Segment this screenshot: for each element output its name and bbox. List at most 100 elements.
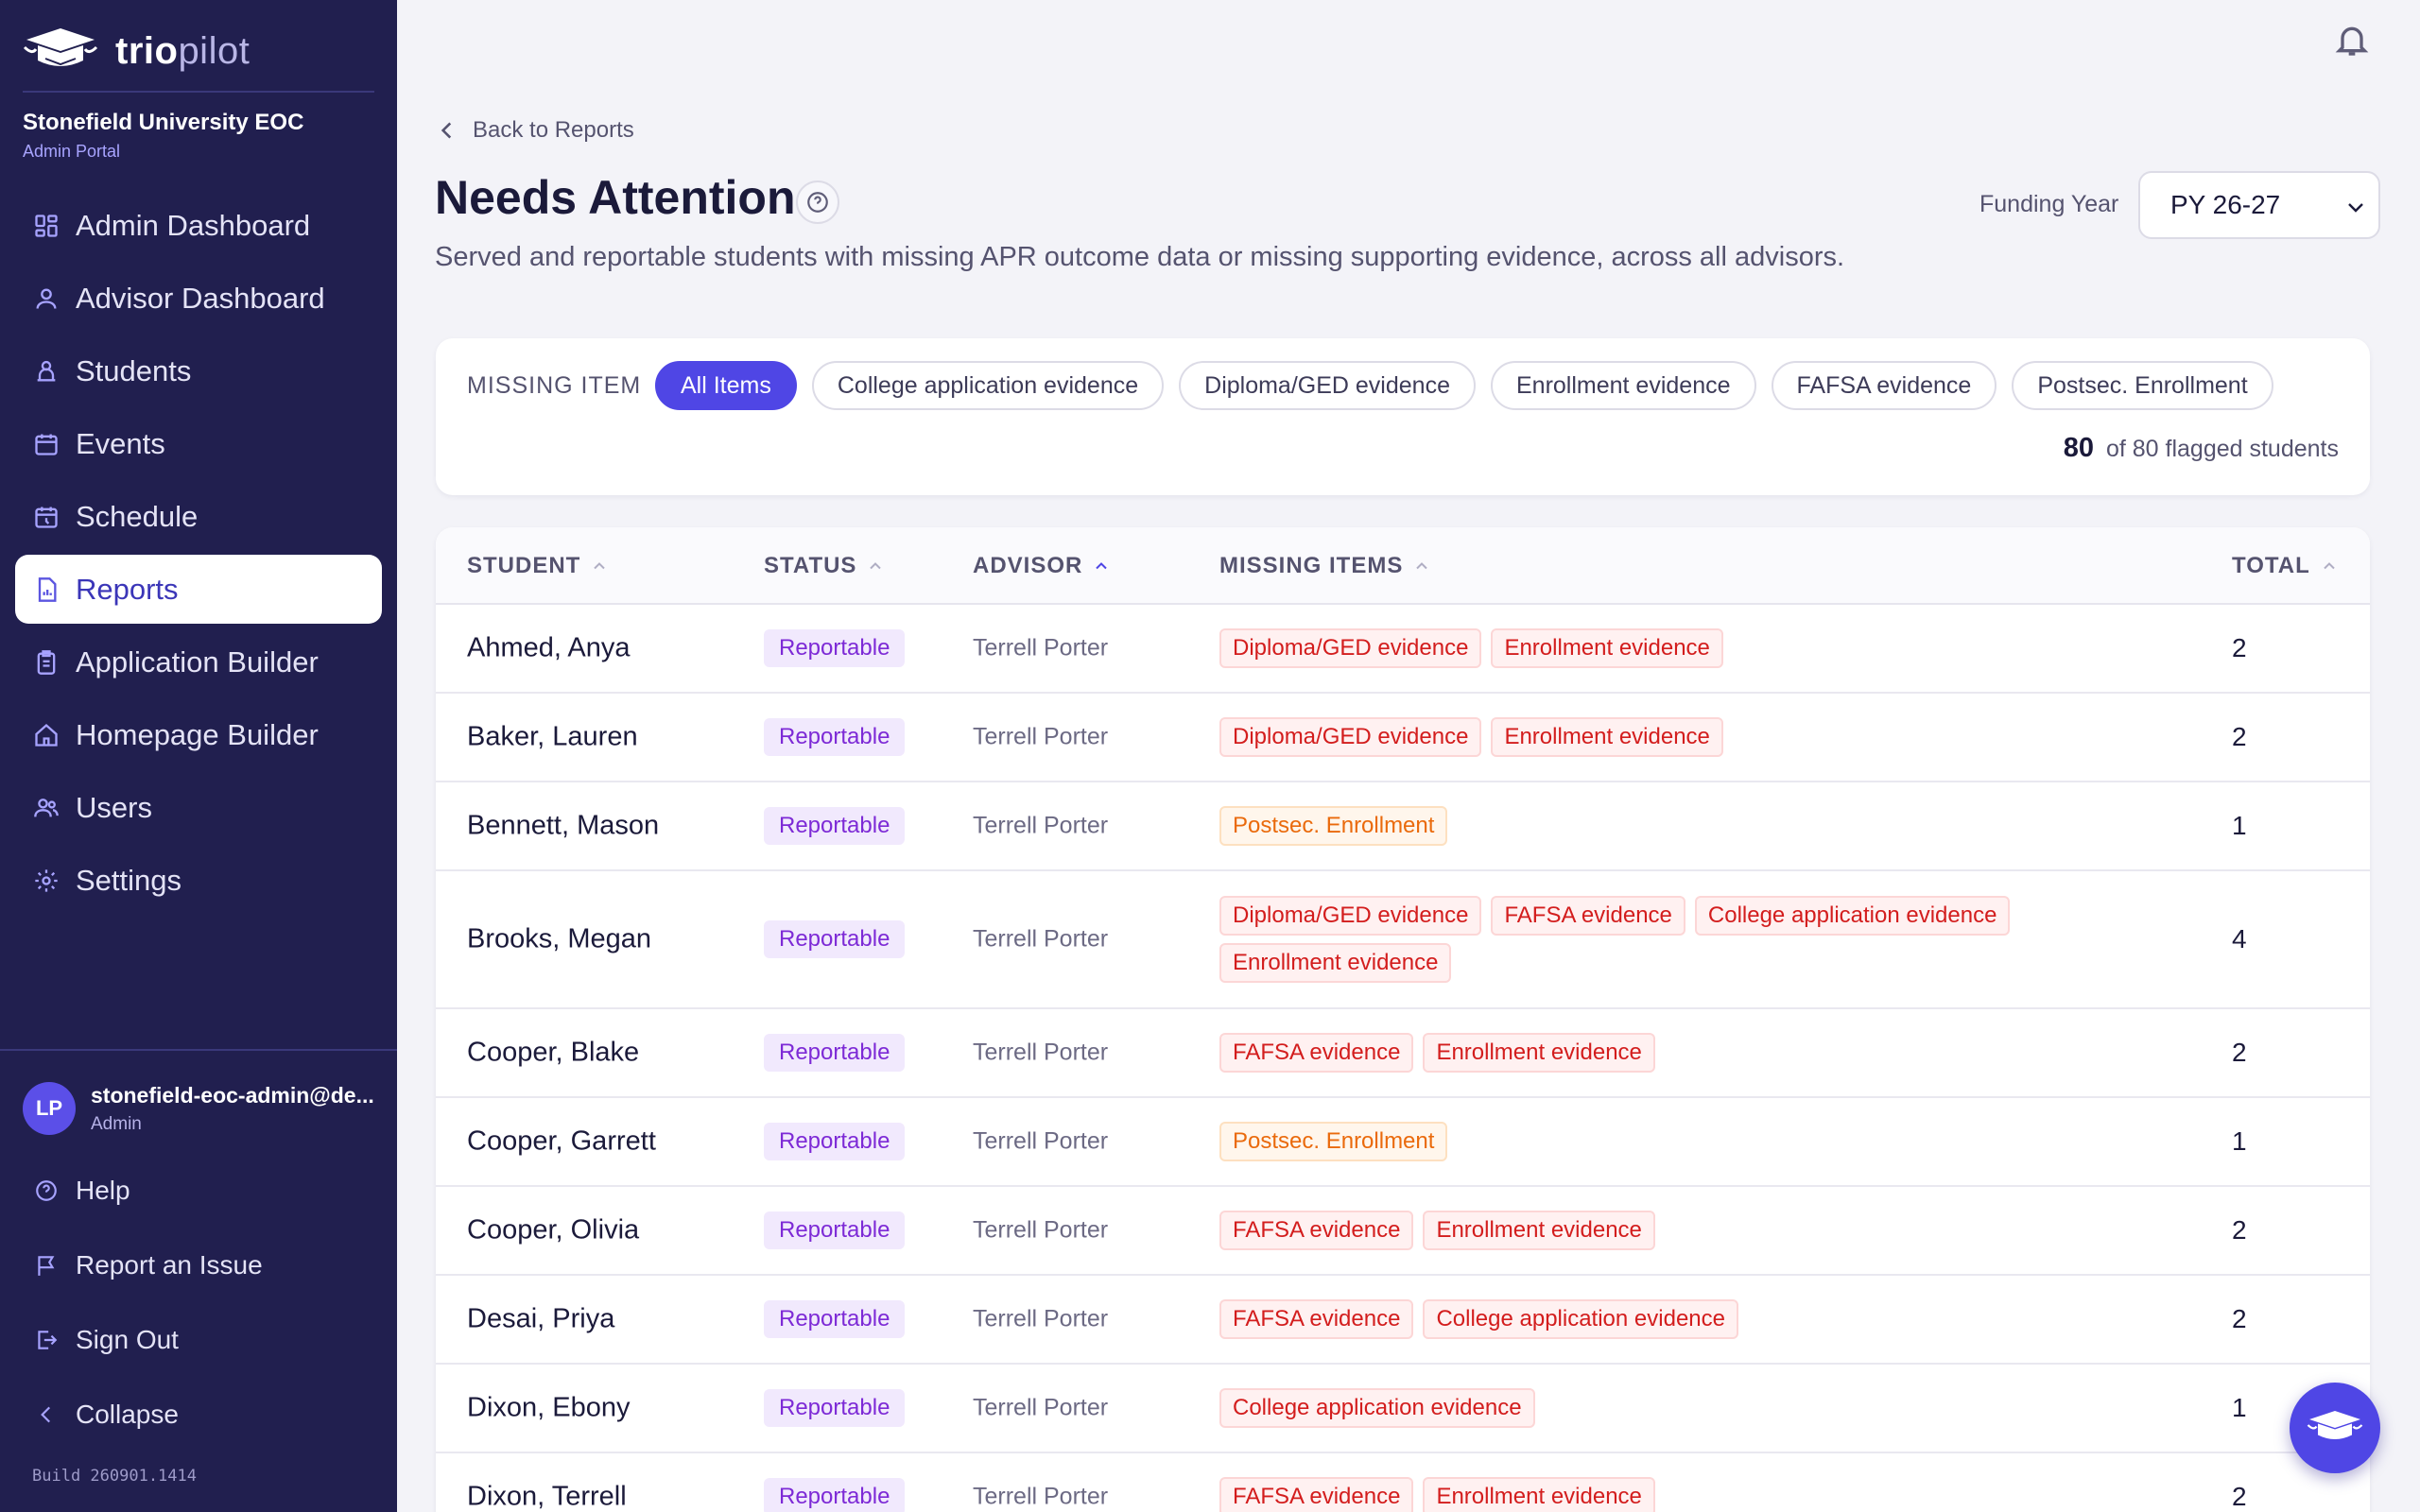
students-icon [32,357,60,386]
student-name[interactable]: Desai, Priya [467,1304,614,1335]
missing-item-tag: Diploma/GED evidence [1219,628,1482,668]
nav-item-schedule[interactable]: Schedule [15,482,382,551]
funding-year-select[interactable]: PY 26-27 [2138,171,2380,239]
missing-item-tag: Enrollment evidence [1491,717,1723,757]
nav-label: Schedule [76,499,199,533]
table-row[interactable]: Ahmed, Anya Reportable Terrell Porter Diplo… [436,605,2370,694]
nav-item-advisor-dashboard[interactable]: Advisor Dashboard [15,264,382,333]
student-name[interactable]: Baker, Lauren [467,722,638,753]
brand-logo-link[interactable]: triopilot [23,25,250,77]
report-icon [32,576,60,604]
filter-chip-all-items[interactable]: All Items [655,361,797,410]
chevron-left-icon [441,122,452,139]
column-header-status[interactable]: STATUS [764,553,885,579]
missing-item-tag: College application evidence [1219,1388,1535,1428]
advisor-name: Terrell Porter [973,1305,1109,1332]
table-row[interactable]: Brooks, Megan Reportable Terrell Porter Dip… [436,871,2370,1009]
filter-chip-college-application[interactable]: College application evidence [811,361,1165,410]
table-header: STUDENT STATUS ADVISOR MISSING ITEMS TOT… [436,527,2370,605]
schedule-icon [32,503,60,531]
student-name[interactable]: Bennett, Mason [467,811,659,842]
sort-icon [594,562,606,570]
sign-out-button[interactable]: Sign Out [15,1302,382,1377]
advisor-name: Terrell Porter [973,1216,1109,1244]
table-body: Ahmed, Anya Reportable Terrell Porter Diplo… [436,605,2370,1512]
table-row[interactable]: Desai, Priya Reportable Terrell Porter FAFS… [436,1276,2370,1365]
help-link[interactable]: Help [15,1153,382,1228]
student-name[interactable]: Cooper, Garrett [467,1126,656,1158]
funding-year-label: Funding Year [1979,191,2119,217]
table-row[interactable]: Cooper, Garrett Reportable Terrell Porter P… [436,1098,2370,1187]
notifications-bell-icon[interactable] [2333,21,2371,59]
advisor-name: Terrell Porter [973,1394,1109,1421]
column-header-advisor[interactable]: ADVISOR [973,553,1111,579]
column-header-student[interactable]: STUDENT [467,553,609,579]
clipboard-icon [32,648,60,677]
nav-item-application-builder[interactable]: Application Builder [15,627,382,696]
total-count: 1 [2232,1126,2247,1156]
user-account[interactable]: LP stonefield-eoc-admin@de... Admin [23,1082,374,1135]
status-cell: Reportable [764,1389,906,1427]
home-icon [32,721,60,749]
total-count: 2 [2232,1304,2247,1333]
filter-label: MISSING ITEM [467,372,642,399]
table-row[interactable]: Dixon, Ebony Reportable Terrell Porter Coll… [436,1365,2370,1453]
funding-year-value: PY 26-27 [2170,190,2281,219]
status-badge: Reportable [764,629,906,667]
flagged-count-text: of 80 flagged students [2105,436,2339,462]
student-name[interactable]: Cooper, Blake [467,1038,639,1069]
filter-chip-diploma-ged[interactable]: Diploma/GED evidence [1179,361,1476,410]
student-name[interactable]: Dixon, Ebony [467,1393,631,1424]
filter-chip-enrollment[interactable]: Enrollment evidence [1490,361,1756,410]
filter-chip-fafsa[interactable]: FAFSA evidence [1771,361,1997,410]
missing-items: FAFSA evidence College application eviden… [1219,1296,2146,1343]
table-row[interactable]: Baker, Lauren Reportable Terrell Porter Dip… [436,694,2370,782]
nav-item-admin-dashboard[interactable]: Admin Dashboard [15,191,382,260]
missing-item-tag: Diploma/GED evidence [1219,896,1482,936]
table-row[interactable]: Bennett, Mason Reportable Terrell Porter Po… [436,782,2370,871]
flagged-count: 80 of 80 flagged students [2064,433,2339,464]
sort-icon [1416,562,1428,570]
column-header-total[interactable]: TOTAL [2232,553,2339,579]
page-subtitle: Served and reportable students with miss… [435,242,1845,272]
student-name[interactable]: Ahmed, Anya [467,633,631,664]
missing-items: Postsec. Enrollment [1219,1118,2146,1165]
missing-item-tag: FAFSA evidence [1219,1299,1414,1339]
flag-icon [32,1251,60,1280]
student-name[interactable]: Dixon, Terrell [467,1482,627,1512]
table-row[interactable]: Cooper, Blake Reportable Terrell Porter FAF… [436,1009,2370,1098]
advisor-name: Terrell Porter [973,1483,1109,1510]
column-label: STATUS [764,553,857,578]
graduation-cap-logo-icon [23,28,98,66]
status-badge: Reportable [764,1034,906,1072]
chevron-left-icon [32,1400,60,1429]
student-name[interactable]: Brooks, Megan [467,924,651,955]
report-issue-link[interactable]: Report an Issue [15,1228,382,1302]
nav-item-reports[interactable]: Reports [15,555,382,624]
sort-icon [2324,562,2335,570]
missing-item-tag: FAFSA evidence [1219,1477,1414,1512]
nav-item-events[interactable]: Events [15,409,382,478]
advisor-name: Terrell Porter [973,812,1109,839]
graduation-cap-icon [2307,1411,2363,1439]
table-row[interactable]: Cooper, Olivia Reportable Terrell Porter FA… [436,1187,2370,1276]
total-count: 2 [2232,1215,2247,1245]
nav-item-homepage-builder[interactable]: Homepage Builder [15,700,382,769]
status-cell: Reportable [764,807,906,845]
filter-chip-postsec-enrollment[interactable]: Postsec. Enrollment [2012,361,2273,410]
advisor-name: Terrell Porter [973,925,1109,953]
status-badge: Reportable [764,1123,906,1160]
student-name[interactable]: Cooper, Olivia [467,1215,639,1246]
status-cell: Reportable [764,920,906,958]
collapse-button[interactable]: Collapse [15,1377,382,1452]
nav-item-settings[interactable]: Settings [15,846,382,915]
total-count: 4 [2232,924,2247,954]
assistant-chat-button[interactable] [2290,1383,2380,1473]
status-cell: Reportable [764,1211,906,1249]
nav-item-students[interactable]: Students [15,336,382,405]
column-header-missing-items[interactable]: MISSING ITEMS [1219,553,1431,579]
table-row[interactable]: Dixon, Terrell Reportable Terrell Porter FA… [436,1453,2370,1512]
nav-item-users[interactable]: Users [15,773,382,842]
info-help-button[interactable] [796,180,839,224]
back-to-reports-link[interactable]: Back to Reports [435,117,634,144]
